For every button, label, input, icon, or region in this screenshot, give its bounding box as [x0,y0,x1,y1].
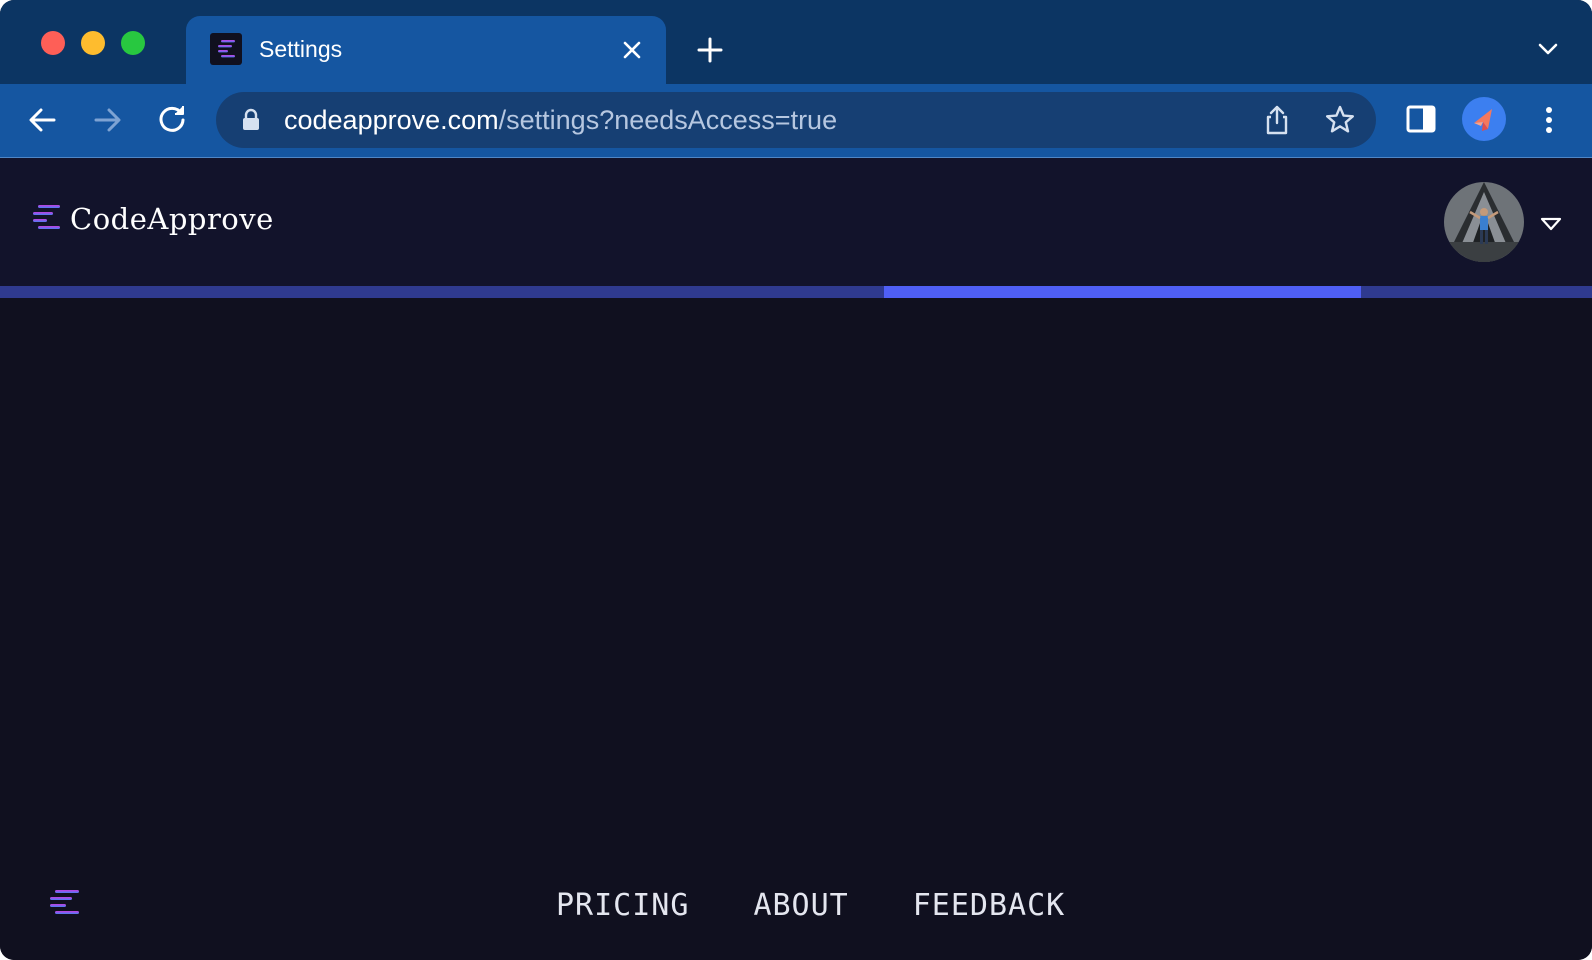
arrow-left-icon[interactable] [26,103,60,137]
minimize-window-button[interactable] [81,31,105,55]
brand-link[interactable]: CodeApprove [30,202,274,236]
url-path: /settings?needsAccess=true [498,105,838,135]
close-icon[interactable] [620,38,644,62]
tab-settings[interactable]: Settings [186,16,666,84]
url-host: codeapprove.com [284,105,499,135]
codeapprove-logo-icon [33,205,60,229]
arrow-right-icon[interactable] [90,103,124,137]
footer-link-pricing[interactable]: PRICING [556,888,689,924]
maximize-window-button[interactable] [121,31,145,55]
reload-icon[interactable] [155,102,189,136]
codeapprove-logo-icon [210,33,242,65]
share-icon[interactable] [1262,104,1292,136]
progress-indicator [883,286,1362,298]
chevron-down-icon[interactable] [1536,40,1560,60]
tab-strip: Settings [0,0,1592,84]
browser-toolbar: codeapprove.com/settings?needsAccess=tru… [0,84,1592,158]
codeapprove-logo-icon[interactable] [46,888,82,924]
caret-down-icon[interactable] [1540,216,1562,232]
tab-title: Settings [259,36,343,62]
site-header: CodeApprove [0,158,1592,286]
brand-name: CodeApprove [70,202,274,236]
profile-icon[interactable] [1462,97,1506,141]
footer-nav: PRICING ABOUT FEEDBACK [556,888,1065,924]
avatar[interactable] [1444,182,1524,262]
footer-link-about[interactable]: ABOUT [753,888,848,924]
browser-window: Settings codeapprove.com/settings?needsA… [0,0,1592,960]
site-footer: PRICING ABOUT FEEDBACK [0,858,1592,948]
close-window-button[interactable] [41,31,65,55]
star-icon[interactable] [1324,104,1356,136]
loading-progress-bar [0,286,1592,298]
lock-icon[interactable] [240,108,262,132]
address-bar[interactable]: codeapprove.com/settings?needsAccess=tru… [216,92,1376,148]
side-panel-icon[interactable] [1404,102,1438,136]
footer-link-feedback[interactable]: FEEDBACK [913,888,1066,924]
page-content: CodeApprove PRICING ABOUT FEEDBACK [0,158,1592,960]
kebab-menu-icon[interactable] [1532,103,1566,137]
plus-icon[interactable] [696,36,724,64]
url-text[interactable]: codeapprove.com/settings?needsAccess=tru… [284,104,837,136]
